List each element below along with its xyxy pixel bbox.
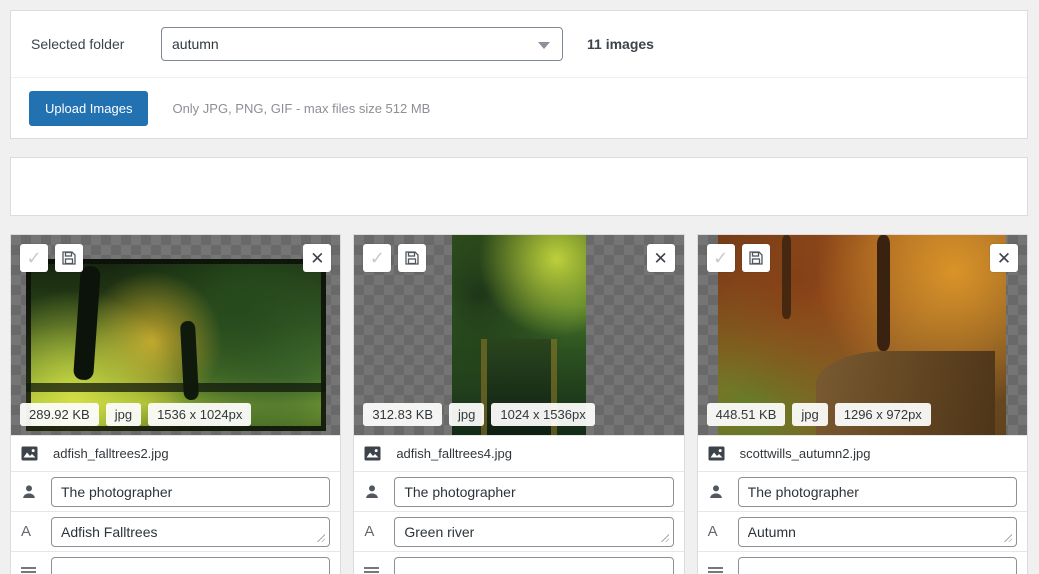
title-a-icon: A <box>21 523 47 540</box>
select-checkbox-button[interactable]: ✓ <box>363 244 391 272</box>
dimensions-badge: 1024 x 1536px <box>491 403 594 426</box>
upload-hint: Only JPG, PNG, GIF - max files size 512 … <box>172 101 430 116</box>
resize-grip-icon[interactable] <box>1003 533 1012 542</box>
description-row <box>11 551 340 574</box>
image-meta-badges: 448.51 KB jpg 1296 x 972px <box>707 403 931 426</box>
description-lines-icon <box>21 566 47 574</box>
description-input[interactable] <box>394 557 673 574</box>
filename-row: adfish_falltrees4.jpg <box>354 435 683 471</box>
title-row: A <box>11 511 340 551</box>
check-icon: ✓ <box>713 249 728 267</box>
images-count: 11 images <box>587 36 654 52</box>
check-icon: ✓ <box>26 249 41 267</box>
title-input[interactable] <box>738 517 1017 547</box>
filename-row: adfish_falltrees2.jpg <box>11 435 340 471</box>
resize-grip-icon[interactable] <box>316 533 325 542</box>
photographer-row <box>11 471 340 511</box>
photographer-row <box>354 471 683 511</box>
title-row: A <box>354 511 683 551</box>
person-icon <box>708 484 734 500</box>
image-meta-badges: 289.92 KB jpg 1536 x 1024px <box>20 403 251 426</box>
selected-folder-label: Selected folder <box>31 36 161 52</box>
description-input[interactable] <box>51 557 330 574</box>
image-card: ✓ ✕ 312.83 KB jpg 1024 x 1536px <box>353 234 684 574</box>
description-lines-icon <box>364 566 390 574</box>
save-button[interactable] <box>55 244 83 272</box>
title-row: A <box>698 511 1027 551</box>
resize-grip-icon[interactable] <box>660 533 669 542</box>
page: Selected folder autumn 11 images Upload … <box>0 0 1039 574</box>
remove-image-button[interactable]: ✕ <box>990 244 1018 272</box>
description-input[interactable] <box>738 557 1017 574</box>
floppy-save-icon <box>748 250 764 266</box>
image-card: ✓ ✕ 448.51 KB jpg 1296 x 972px <box>697 234 1028 574</box>
image-file-icon <box>708 446 734 461</box>
close-icon: ✕ <box>997 250 1011 267</box>
image-file-icon <box>364 446 390 461</box>
dimensions-badge: 1296 x 972px <box>835 403 931 426</box>
folder-select-value: autumn <box>172 36 219 52</box>
file-format-badge: jpg <box>106 403 141 426</box>
close-icon: ✕ <box>654 250 668 267</box>
image-file-icon <box>21 446 47 461</box>
check-icon: ✓ <box>370 249 385 267</box>
filename-text: scottwills_autumn2.jpg <box>740 446 871 461</box>
upload-images-button[interactable]: Upload Images <box>29 91 148 126</box>
select-checkbox-button[interactable]: ✓ <box>20 244 48 272</box>
photographer-input[interactable] <box>394 477 673 507</box>
dropzone-panel[interactable] <box>10 157 1028 216</box>
image-thumbnail[interactable]: ✓ ✕ 289.92 KB jpg 1536 x 1024px <box>11 235 340 435</box>
filename-row: scottwills_autumn2.jpg <box>698 435 1027 471</box>
dimensions-badge: 1536 x 1024px <box>148 403 251 426</box>
save-button[interactable] <box>398 244 426 272</box>
photographer-input[interactable] <box>51 477 330 507</box>
file-size-badge: 312.83 KB <box>363 403 442 426</box>
remove-image-button[interactable]: ✕ <box>647 244 675 272</box>
upload-row: Upload Images Only JPG, PNG, GIF - max f… <box>11 78 1027 138</box>
title-input[interactable] <box>394 517 673 547</box>
image-meta-badges: 312.83 KB jpg 1024 x 1536px <box>363 403 594 426</box>
person-icon <box>21 484 47 500</box>
filename-text: adfish_falltrees4.jpg <box>396 446 512 461</box>
description-lines-icon <box>708 566 734 574</box>
close-icon: ✕ <box>310 250 324 267</box>
description-row <box>698 551 1027 574</box>
title-a-icon: A <box>708 523 734 540</box>
file-format-badge: jpg <box>792 403 827 426</box>
save-button[interactable] <box>742 244 770 272</box>
photographer-input[interactable] <box>738 477 1017 507</box>
file-format-badge: jpg <box>449 403 484 426</box>
folder-select[interactable]: autumn <box>161 27 563 61</box>
file-size-badge: 448.51 KB <box>707 403 786 426</box>
select-checkbox-button[interactable]: ✓ <box>707 244 735 272</box>
filename-text: adfish_falltrees2.jpg <box>53 446 169 461</box>
remove-image-button[interactable]: ✕ <box>303 244 331 272</box>
folder-panel: Selected folder autumn 11 images Upload … <box>10 10 1028 139</box>
description-row <box>354 551 683 574</box>
file-size-badge: 289.92 KB <box>20 403 99 426</box>
floppy-save-icon <box>61 250 77 266</box>
image-thumbnail[interactable]: ✓ ✕ 448.51 KB jpg 1296 x 972px <box>698 235 1027 435</box>
title-a-icon: A <box>364 523 390 540</box>
image-card-grid: ✓ ✕ 289.92 KB jpg 1536 x 1024px <box>10 234 1028 574</box>
image-card: ✓ ✕ 289.92 KB jpg 1536 x 1024px <box>10 234 341 574</box>
floppy-save-icon <box>404 250 420 266</box>
image-thumbnail[interactable]: ✓ ✕ 312.83 KB jpg 1024 x 1536px <box>354 235 683 435</box>
photographer-row <box>698 471 1027 511</box>
chevron-down-icon <box>538 42 550 49</box>
person-icon <box>364 484 390 500</box>
folder-row: Selected folder autumn 11 images <box>11 11 1027 77</box>
title-input[interactable] <box>51 517 330 547</box>
